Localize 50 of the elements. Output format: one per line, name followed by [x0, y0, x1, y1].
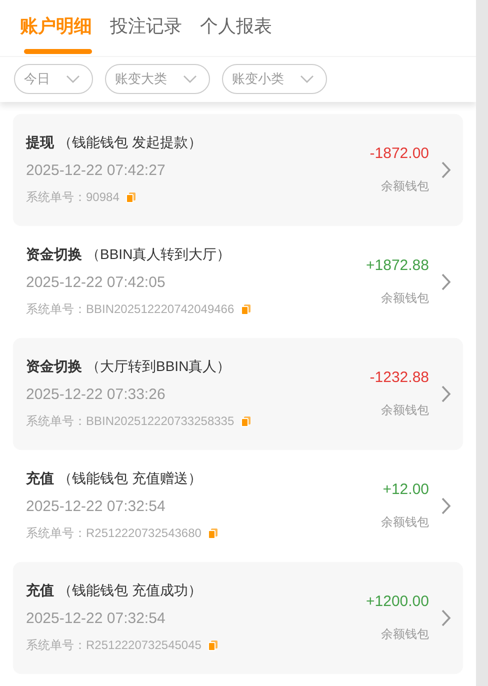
record-card[interactable]: 充值 （钱能钱包 充值赠送） 2025-12-22 07:32:54 系统单号：R2512220732543680 +12.00 余额钱包: [13, 450, 463, 562]
record-title: 充值: [26, 470, 54, 486]
record-title: 充值: [26, 582, 54, 598]
wallet-label: 余额钱包: [381, 514, 429, 531]
record-time: 2025-12-22 07:32:54: [26, 610, 166, 627]
record-title: 提现: [26, 134, 54, 150]
record-card[interactable]: 提现 （钱能钱包 发起提款） 2025-12-22 07:42:27 系统单号：90984 -1872.00 余额钱包: [13, 114, 463, 226]
copy-icon[interactable]: [126, 192, 136, 203]
record-time: 2025-12-22 07:42:05: [26, 274, 166, 291]
order-number: 系统单号：R2512220732543680: [26, 525, 202, 542]
amount: -1872.00: [370, 145, 429, 162]
record-detail: （钱能钱包 发起提款）: [58, 134, 202, 150]
record-detail: （钱能钱包 充值赠送）: [58, 470, 202, 486]
chevron-down-icon: [66, 75, 80, 83]
amount: +1872.88: [366, 257, 429, 274]
chevron-right-icon: [441, 497, 451, 515]
amount: -1232.88: [370, 369, 429, 386]
record-card[interactable]: 充值 （钱能钱包 充值成功） 2025-12-22 07:32:54 系统单号：R2512220732545045 +1200.00 余额钱包: [13, 562, 463, 674]
record-detail: （大厅转到BBIN真人）: [86, 358, 231, 374]
order-number: 系统单号：R2512220732545045: [26, 637, 202, 654]
wallet-label: 余额钱包: [381, 178, 429, 195]
record-detail: （钱能钱包 充值成功）: [58, 582, 202, 598]
chevron-right-icon: [441, 273, 451, 291]
chevron-right-icon: [441, 609, 451, 627]
tab[interactable]: 投注记录: [110, 14, 182, 54]
order-number: 系统单号：90984: [26, 189, 120, 206]
amount: +12.00: [382, 481, 429, 498]
record-title: 资金切换: [26, 246, 82, 262]
record-time: 2025-12-22 07:33:26: [26, 386, 166, 403]
wallet-label: 余额钱包: [381, 402, 429, 419]
record-detail: （BBIN真人转到大厅）: [86, 246, 231, 262]
record-time: 2025-12-22 07:42:27: [26, 162, 166, 179]
tab[interactable]: 个人报表: [200, 14, 272, 54]
amount: +1200.00: [366, 593, 429, 610]
copy-icon[interactable]: [241, 416, 252, 427]
record-card[interactable]: 资金切换 （BBIN真人转到大厅） 2025-12-22 07:42:05 系统单号：BBIN202512220742049466 +1872.88 余额钱包: [13, 226, 463, 338]
order-number: 系统单号：BBIN202512220733258335: [26, 413, 234, 430]
record-time: 2025-12-22 07:32:54: [26, 498, 166, 515]
chevron-right-icon: [441, 385, 451, 403]
chevron-down-icon: [183, 75, 197, 83]
order-number: 系统单号：BBIN202512220742049466: [26, 301, 234, 318]
wallet-label: 余额钱包: [381, 290, 429, 307]
wallet-label: 余额钱包: [381, 626, 429, 643]
copy-icon[interactable]: [208, 528, 218, 539]
chevron-right-icon: [441, 161, 451, 179]
copy-icon[interactable]: [241, 304, 252, 315]
record-card[interactable]: 资金切换 （大厅转到BBIN真人） 2025-12-22 07:33:26 系统单号：BBIN202512220733258335 -1232.88 余额钱包: [13, 338, 463, 450]
chevron-down-icon: [300, 75, 314, 83]
record-title: 资金切换: [26, 358, 82, 374]
copy-icon[interactable]: [208, 640, 218, 651]
